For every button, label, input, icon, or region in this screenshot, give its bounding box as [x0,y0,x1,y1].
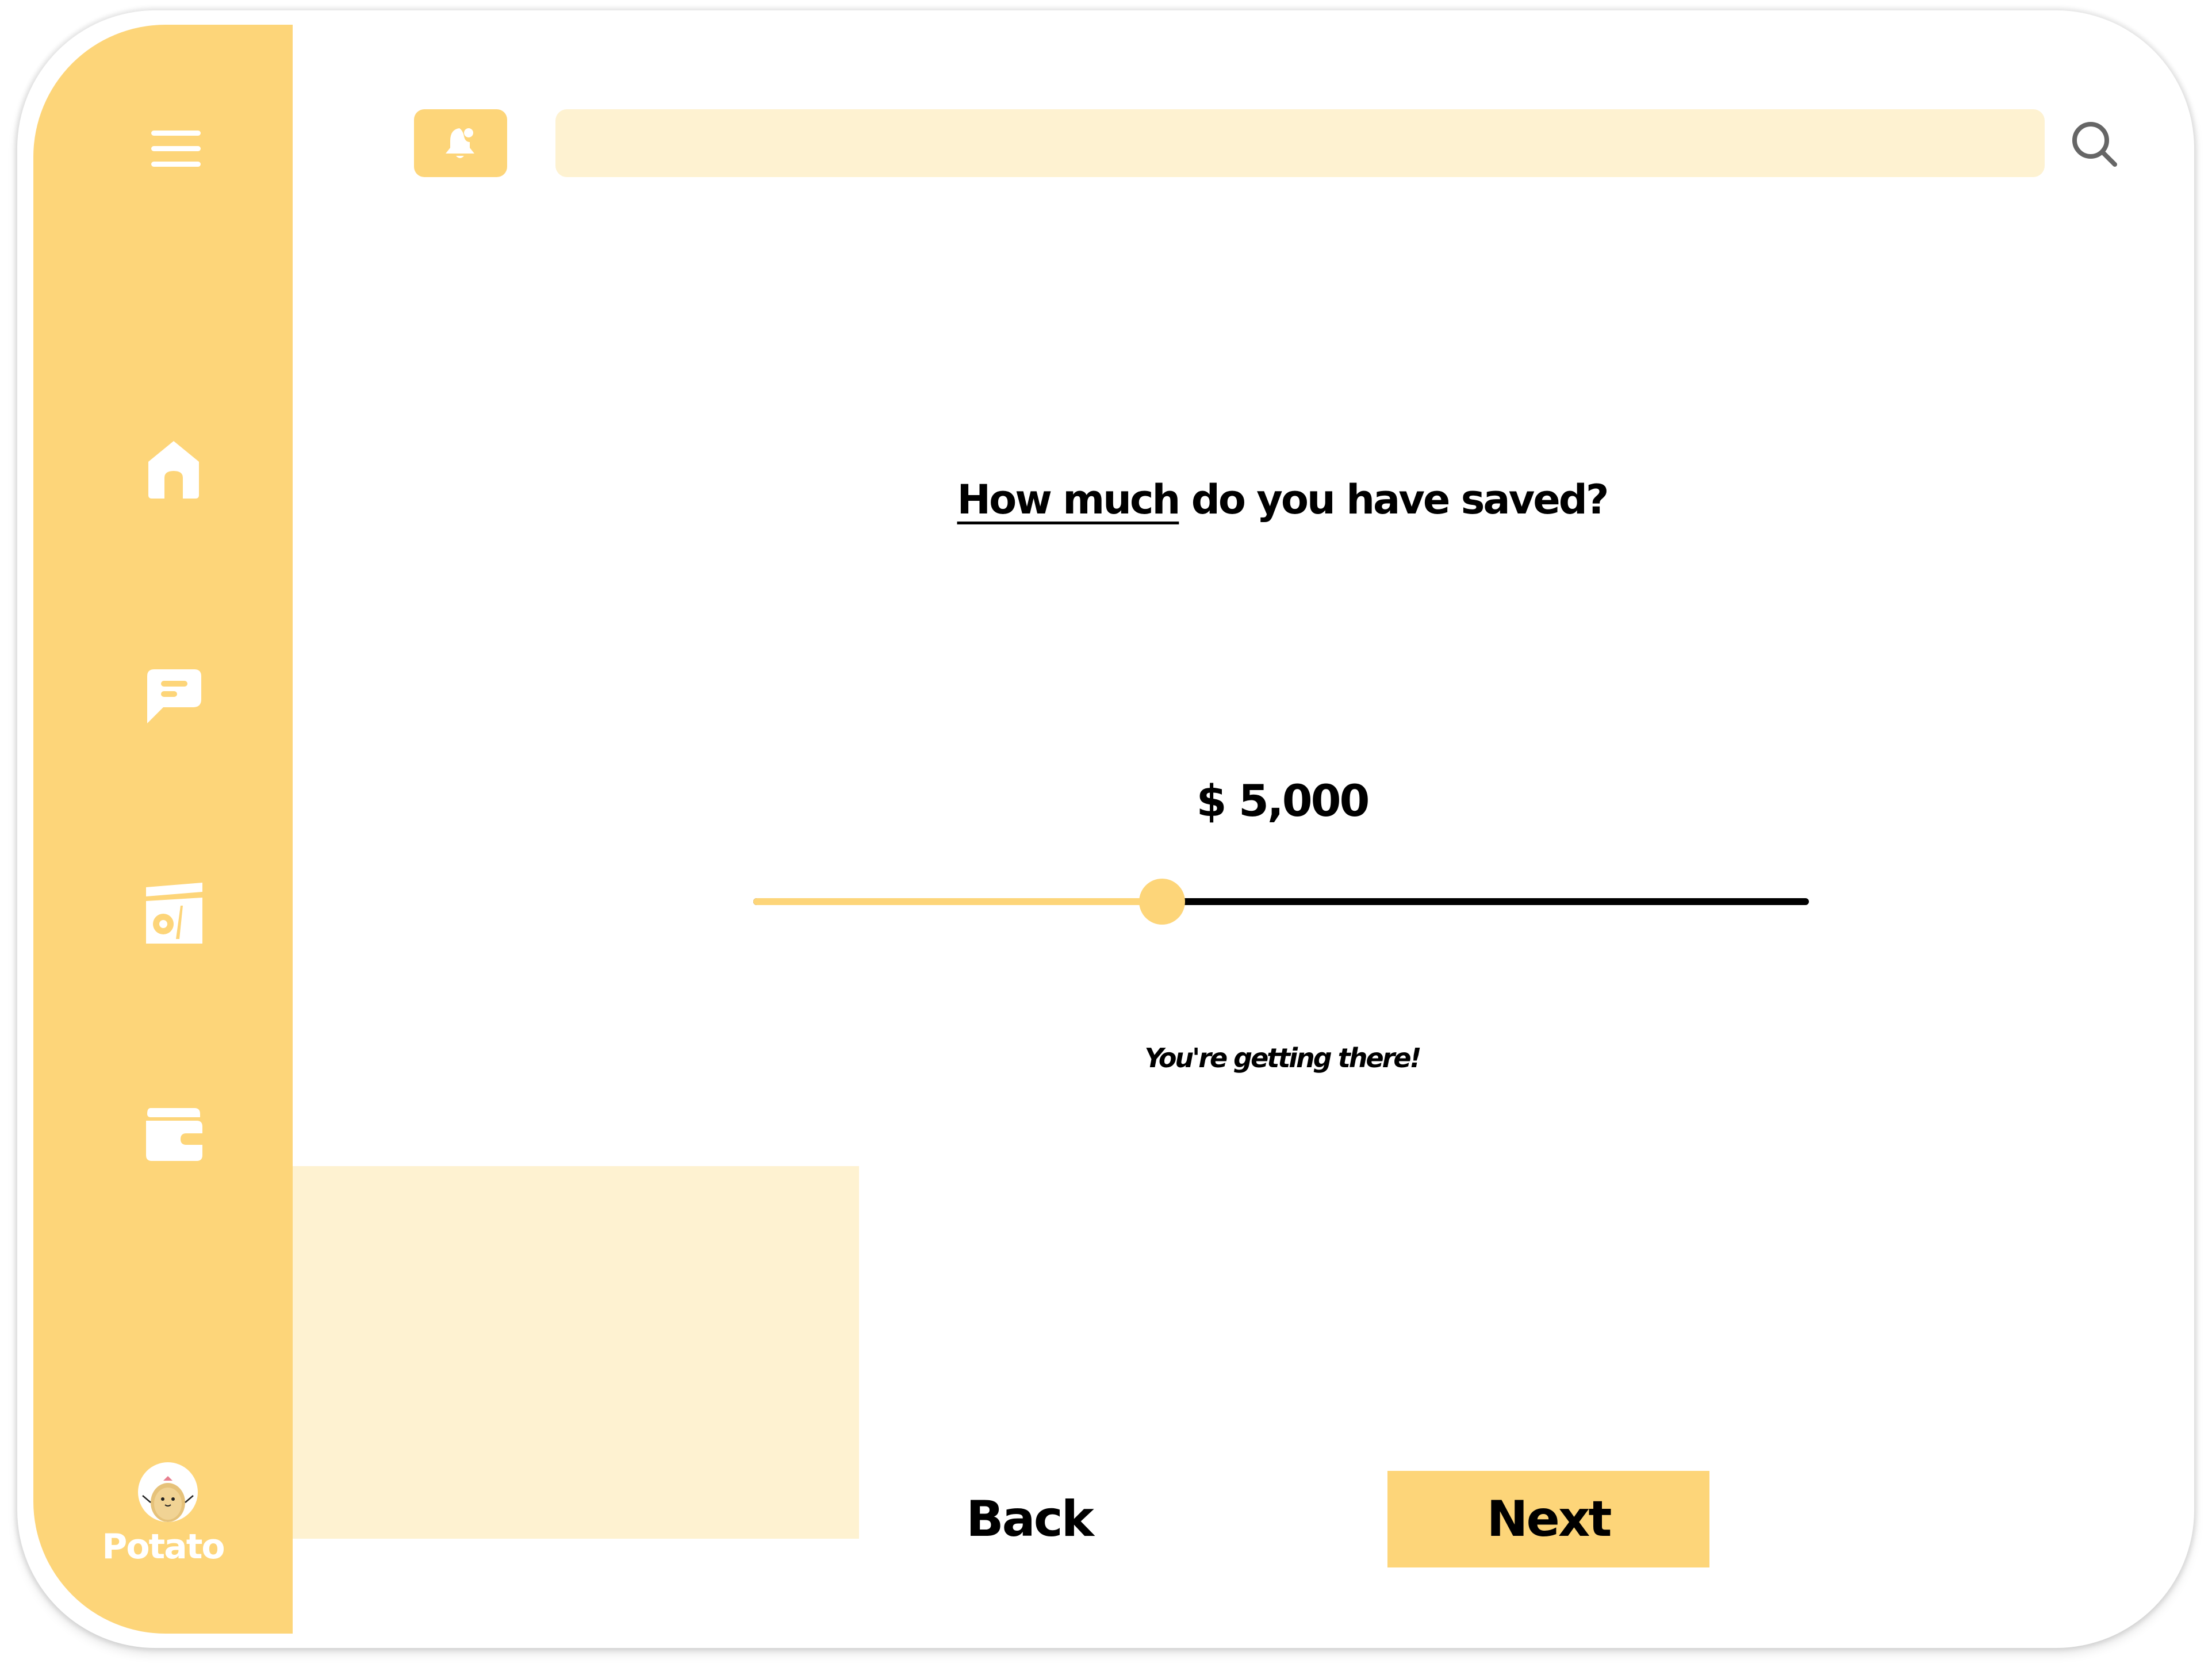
search-icon[interactable] [2070,120,2118,168]
wallet-icon[interactable] [143,1106,205,1162]
amount-value: $ 5,000 [1196,775,1370,826]
profile-avatar[interactable] [138,1462,198,1522]
back-button[interactable]: Back [914,1471,1144,1567]
sidebar: Potato [33,25,293,1634]
question-emphasis: How much [957,476,1181,523]
savings-icon[interactable] [143,881,206,946]
profile-name: Potato [102,1527,225,1567]
app-window: Potato How much do you have saved? $ 5,0… [17,10,2194,1648]
bell-icon [446,128,474,158]
question-heading: How much do you have saved? [592,476,1972,523]
notification-button[interactable] [414,109,507,177]
next-button[interactable]: Next [1387,1471,1709,1567]
search-input[interactable] [555,109,2045,177]
slider-fill [753,898,1162,905]
illustration-panel [293,1166,859,1539]
potato-avatar-icon [142,1476,194,1522]
slider-thumb[interactable] [1138,879,1185,925]
menu-icon[interactable] [151,128,201,170]
home-icon[interactable] [146,439,201,500]
chat-icon[interactable] [145,667,204,726]
question-rest: do you have saved? [1179,476,1609,523]
savings-slider[interactable] [753,879,1809,925]
encouragement-text: You're getting there! [1144,1042,1421,1074]
